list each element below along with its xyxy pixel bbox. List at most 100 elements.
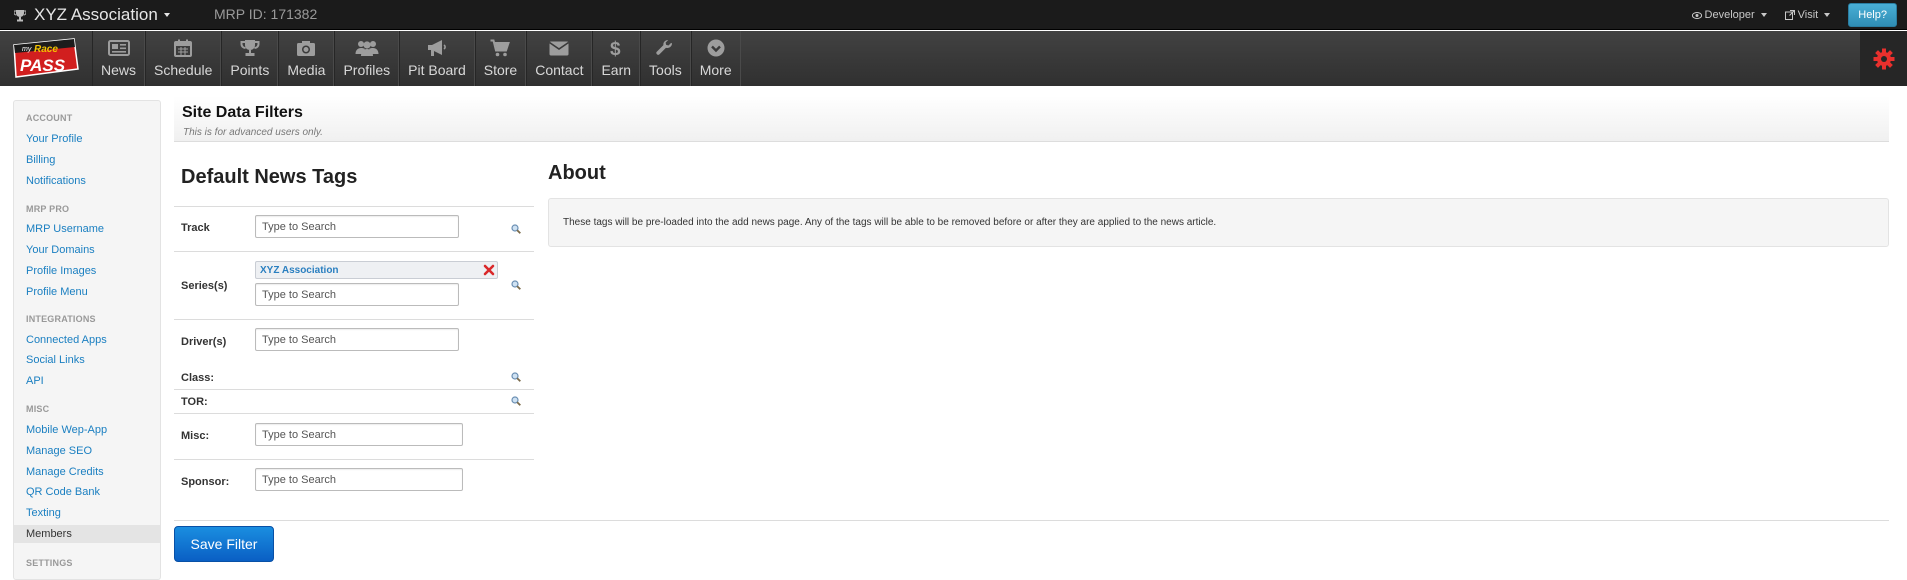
sidebar-item-profile-menu[interactable]: Profile Menu (26, 286, 88, 298)
developer-menu[interactable]: Developer (1691, 9, 1767, 21)
gear-icon (1873, 48, 1894, 69)
search-icon[interactable] (511, 224, 521, 234)
divider (174, 413, 534, 414)
sidebar-item-mrp-username[interactable]: MRP Username (26, 223, 104, 235)
series-tag-label: XYZ Association (260, 264, 339, 276)
sidebar-item-qr-code-bank[interactable]: QR Code Bank (26, 486, 100, 498)
misc-search-input[interactable] (255, 423, 463, 446)
association-switcher[interactable]: XYZ Association (14, 4, 170, 26)
nav-media[interactable]: Media (278, 31, 335, 86)
default-news-tags-title: Default News Tags (181, 166, 358, 188)
nav-contact[interactable]: Contact (526, 31, 593, 86)
search-icon[interactable] (511, 372, 521, 382)
sponsor-label: Sponsor: (181, 476, 230, 488)
brand-name: XYZ Association (34, 5, 158, 24)
nav-news[interactable]: News (92, 31, 146, 86)
tor-label: TOR: (181, 396, 208, 408)
nav-label: Profiles (343, 62, 391, 78)
divider (174, 319, 534, 320)
megaphone-icon (426, 37, 448, 59)
series-label: Series(s) (181, 280, 228, 292)
camera-icon (296, 37, 316, 59)
sidebar-heading-settings: SETTINGS (26, 558, 73, 568)
drivers-label: Driver(s) (181, 336, 227, 348)
main-navbar: my Race PASS News Schedule Points Media … (0, 31, 1907, 86)
top-right-menu: Developer Visit Help? (1691, 3, 1897, 27)
sidebar-item-billing[interactable]: Billing (26, 154, 55, 166)
nav-earn[interactable]: $ Earn (592, 31, 641, 86)
help-button[interactable]: Help? (1848, 3, 1897, 27)
caret-down-icon (1824, 13, 1831, 17)
sidebar-item-social-links[interactable]: Social Links (26, 354, 85, 366)
nav-label: News (101, 62, 137, 78)
sidebar-item-your-domains[interactable]: Your Domains (26, 244, 95, 256)
my-race-pass-logo[interactable]: my Race PASS (8, 35, 80, 81)
nav-tools[interactable]: Tools (640, 31, 691, 86)
users-icon (355, 37, 379, 59)
calendar-icon (174, 37, 193, 59)
page-header: Site Data Filters This is for advanced u… (174, 96, 1889, 142)
track-search-input[interactable] (255, 215, 459, 238)
sidebar-item-texting[interactable]: Texting (26, 507, 61, 519)
nav-store[interactable]: Store (474, 31, 527, 86)
series-tag-chip: XYZ Association (255, 261, 498, 279)
sidebar-item-notifications[interactable]: Notifications (26, 175, 86, 187)
sidebar-heading-mrp-pro: MRP PRO (26, 204, 70, 214)
svg-text:$: $ (610, 39, 621, 58)
sidebar-heading-account: ACCOUNT (26, 113, 73, 123)
sponsor-search-input[interactable] (255, 468, 463, 491)
eye-icon (1691, 11, 1702, 19)
trophy-icon (14, 9, 28, 22)
nav-schedule[interactable]: Schedule (145, 31, 222, 86)
track-label: Track (181, 222, 210, 234)
nav-label: Earn (601, 62, 632, 78)
nav-profiles[interactable]: Profiles (334, 31, 400, 86)
sidebar-item-connected-apps[interactable]: Connected Apps (26, 334, 107, 346)
about-title: About (548, 162, 606, 184)
developer-label: Developer (1704, 9, 1755, 21)
sidebar-item-your-profile[interactable]: Your Profile (26, 133, 82, 145)
nav-points[interactable]: Points (221, 31, 279, 86)
remove-tag-icon[interactable] (483, 264, 495, 276)
nav-more[interactable]: More (690, 31, 741, 86)
form-divider (174, 520, 1889, 521)
nav-pit-board[interactable]: Pit Board (399, 31, 475, 86)
sidebar-item-mobile-web-app[interactable]: Mobile Wep-App (26, 424, 107, 436)
divider (174, 459, 534, 460)
misc-label: Misc: (181, 430, 210, 442)
svg-text:my: my (22, 46, 32, 53)
mrp-id: MRP ID: 171382 (214, 6, 318, 22)
newspaper-icon (107, 37, 130, 59)
sidebar-item-manage-credits[interactable]: Manage Credits (26, 466, 104, 478)
about-well: These tags will be pre-loaded into the a… (548, 198, 1889, 247)
divider (174, 206, 534, 207)
nav-label: Points (230, 62, 270, 78)
sidebar-heading-misc: MISC (26, 404, 50, 414)
save-filter-button[interactable]: Save Filter (174, 526, 274, 562)
nav-label: Tools (649, 62, 682, 78)
visit-label: Visit (1797, 9, 1819, 21)
sidebar-item-manage-seo[interactable]: Manage SEO (26, 445, 92, 457)
sidebar-item-api[interactable]: API (26, 375, 44, 387)
settings-gear-button[interactable] (1860, 31, 1907, 86)
divider (174, 389, 534, 390)
trophy-icon (240, 37, 260, 59)
envelope-icon (549, 37, 570, 59)
visit-menu[interactable]: Visit (1784, 9, 1831, 21)
nav-label: Media (287, 62, 326, 78)
sidebar-item-members[interactable]: Members (26, 528, 72, 540)
svg-text:PASS: PASS (20, 56, 66, 75)
series-search-input[interactable] (255, 283, 459, 306)
divider (174, 251, 534, 252)
sidebar-item-profile-images[interactable]: Profile Images (26, 265, 96, 277)
search-icon[interactable] (511, 280, 521, 290)
search-icon[interactable] (511, 396, 521, 406)
drivers-search-input[interactable] (255, 328, 459, 351)
dollar-icon: $ (609, 37, 623, 59)
page-subtitle: This is for advanced users only. (183, 127, 323, 138)
wrench-icon (656, 37, 674, 59)
nav-label: Contact (535, 62, 584, 78)
external-link-icon (1784, 10, 1795, 20)
settings-sidebar: ACCOUNT Your Profile Billing Notificatio… (13, 100, 161, 580)
nav-label: More (699, 62, 732, 78)
